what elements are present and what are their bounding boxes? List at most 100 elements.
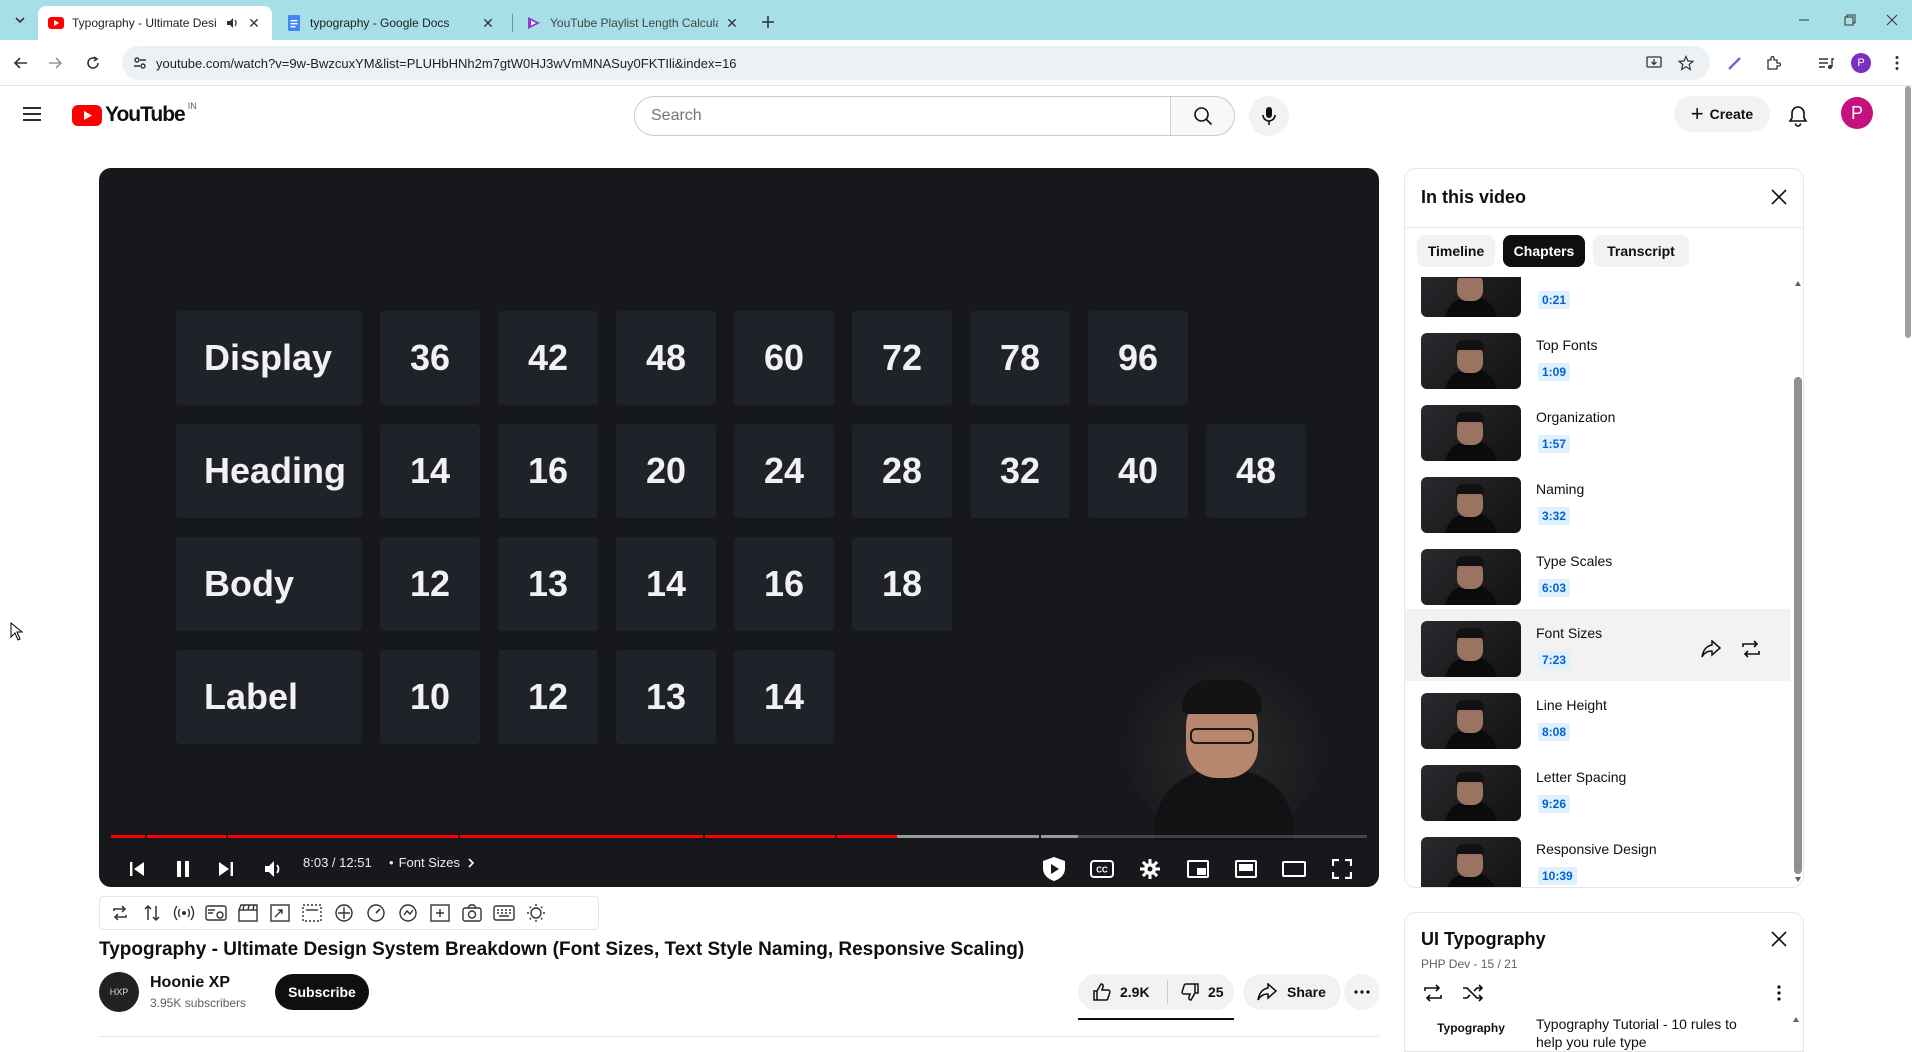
notifications-button[interactable] — [1782, 100, 1814, 132]
share-button[interactable]: Share — [1243, 974, 1341, 1010]
forward-button[interactable] — [42, 50, 68, 76]
playlist-item-thumbnail[interactable]: Typography — [1421, 1017, 1521, 1051]
restore-button[interactable] — [1826, 0, 1874, 40]
video-player[interactable]: Display 36 42 48 60 72 78 96 Heading 14 16 20 24 28 32… — [99, 168, 1379, 887]
panel-close-button[interactable] — [1767, 185, 1791, 209]
search-input[interactable] — [635, 97, 1170, 135]
broadcast-icon[interactable] — [172, 901, 196, 925]
chapter-item[interactable]: Type Scales 6:03 — [1405, 537, 1790, 609]
progress-bar[interactable] — [111, 835, 1367, 838]
sun-settings-icon[interactable] — [524, 901, 548, 925]
add-box-icon[interactable] — [428, 901, 452, 925]
page-scrollbar[interactable] — [1905, 86, 1912, 1040]
chapter-item[interactable]: Letter Spacing 9:26 — [1405, 753, 1790, 825]
dislike-button[interactable]: 25 — [1168, 980, 1224, 1004]
guide-menu-button[interactable] — [20, 102, 44, 126]
chapter-item[interactable]: Organization 1:57 — [1405, 393, 1790, 465]
channel-avatar[interactable]: HXP — [99, 972, 139, 1012]
chapter-item[interactable]: Responsive Design 10:39 — [1405, 825, 1790, 887]
chapter-item[interactable]: Line Height 8:08 — [1405, 681, 1790, 753]
close-window-button[interactable] — [1868, 0, 1912, 40]
tab-audio-icon[interactable] — [224, 15, 240, 31]
chapter-timestamp[interactable]: 6:03 — [1538, 579, 1571, 597]
clapperboard-icon[interactable] — [236, 901, 260, 925]
search-button[interactable] — [1171, 96, 1235, 136]
playlist-item-title[interactable]: Typography Tutorial - 10 rules to help y… — [1536, 1015, 1756, 1051]
speedometer-icon[interactable] — [364, 901, 388, 925]
miniplayer-button[interactable] — [1180, 851, 1216, 887]
extensions-puzzle-icon[interactable] — [1762, 52, 1784, 74]
chapter-timestamp[interactable]: 0:21 — [1538, 291, 1571, 309]
tab-search-button[interactable] — [8, 8, 32, 32]
tab-timeline[interactable]: Timeline — [1417, 235, 1495, 267]
tab-chapters[interactable]: Chapters — [1503, 235, 1585, 267]
tab-playlist-calculator[interactable]: YouTube Playlist Length Calcula ✕ — [516, 6, 750, 40]
subtitles-button[interactable]: CC — [1084, 851, 1120, 887]
minimize-button[interactable] — [1780, 0, 1828, 40]
install-app-icon[interactable] — [1646, 55, 1662, 71]
tab-close-icon[interactable]: ✕ — [480, 15, 496, 31]
loop-playlist-button[interactable] — [1421, 981, 1445, 1005]
previous-button[interactable] — [119, 851, 155, 887]
playlist-close-button[interactable] — [1767, 927, 1791, 951]
fullscreen-button[interactable] — [1324, 851, 1360, 887]
volume-button[interactable] — [256, 851, 292, 887]
sort-arrows-icon[interactable] — [140, 901, 164, 925]
playlist-eye-icon[interactable] — [204, 901, 228, 925]
create-button[interactable]: + Create — [1674, 96, 1770, 132]
picture-in-picture-button[interactable] — [1228, 851, 1264, 887]
gauge-settings-icon[interactable] — [396, 901, 420, 925]
extension-play-button[interactable] — [1036, 851, 1072, 887]
settings-button[interactable] — [1132, 851, 1168, 887]
chapter-timestamp[interactable]: 1:09 — [1538, 363, 1571, 381]
voice-search-button[interactable] — [1249, 96, 1289, 136]
channel-name[interactable]: Hoonie XP — [150, 974, 230, 992]
subscribe-button[interactable]: Subscribe — [275, 974, 369, 1010]
pause-button[interactable] — [165, 851, 201, 887]
dashed-frame-icon[interactable] — [300, 901, 324, 925]
camera-icon[interactable] — [460, 901, 484, 925]
account-avatar[interactable]: P — [1841, 97, 1873, 129]
playlist-title[interactable]: UI Typography — [1421, 929, 1546, 950]
youtube-logo[interactable]: YouTube IN — [72, 101, 197, 126]
theater-mode-button[interactable] — [1276, 851, 1312, 887]
chapter-item[interactable]: Naming 3:32 — [1405, 465, 1790, 537]
pen-extension-icon[interactable] — [1724, 52, 1746, 74]
address-bar[interactable]: youtube.com/watch?v=9w-BwzcuxYM&list=PLU… — [122, 46, 1710, 80]
profile-avatar[interactable]: P — [1850, 52, 1872, 74]
chapter-loop-button[interactable] — [1739, 637, 1763, 661]
keyboard-icon[interactable] — [492, 901, 516, 925]
search-box[interactable] — [634, 96, 1171, 136]
expand-box-icon[interactable] — [268, 901, 292, 925]
chapter-scrollbar[interactable] — [1791, 277, 1803, 887]
browser-menu-button[interactable] — [1886, 52, 1908, 74]
shuffle-playlist-button[interactable] — [1461, 981, 1485, 1005]
chapter-timestamp[interactable]: 3:32 — [1538, 507, 1571, 525]
tab-youtube[interactable]: Typography - Ultimate Desi ✕ — [38, 6, 272, 40]
chapter-item[interactable]: 0:21 — [1405, 277, 1790, 321]
chapter-share-button[interactable] — [1699, 637, 1723, 661]
chapter-timestamp[interactable]: 10:39 — [1538, 867, 1577, 885]
like-button[interactable]: 2.9K — [1078, 980, 1168, 1004]
chapter-item[interactable]: Top Fonts 1:09 — [1405, 321, 1790, 393]
tab-close-icon[interactable]: ✕ — [724, 15, 740, 31]
back-button[interactable] — [8, 50, 34, 76]
tab-close-icon[interactable]: ✕ — [246, 15, 262, 31]
chapter-timestamp[interactable]: 1:57 — [1538, 435, 1571, 453]
current-chapter-button[interactable]: • Font Sizes — [389, 855, 476, 870]
scrollbar-thumb[interactable] — [1794, 377, 1802, 874]
bookmark-star-icon[interactable] — [1678, 55, 1694, 71]
more-actions-button[interactable] — [1344, 974, 1380, 1010]
chapter-timestamp[interactable]: 8:08 — [1538, 723, 1571, 741]
chapter-timestamp[interactable]: 7:23 — [1538, 651, 1571, 669]
next-button[interactable] — [208, 851, 244, 887]
media-controls-icon[interactable] — [1815, 52, 1837, 74]
chapter-item[interactable]: Font Sizes 7:23 — [1405, 609, 1790, 681]
new-tab-button[interactable] — [756, 10, 780, 34]
loop-icon[interactable] — [108, 901, 132, 925]
reload-button[interactable] — [80, 50, 106, 76]
chapter-timestamp[interactable]: 9:26 — [1538, 795, 1571, 813]
tab-transcript[interactable]: Transcript — [1593, 235, 1689, 267]
page-scrollbar-thumb[interactable] — [1905, 86, 1911, 338]
playlist-more-button[interactable] — [1767, 981, 1791, 1005]
